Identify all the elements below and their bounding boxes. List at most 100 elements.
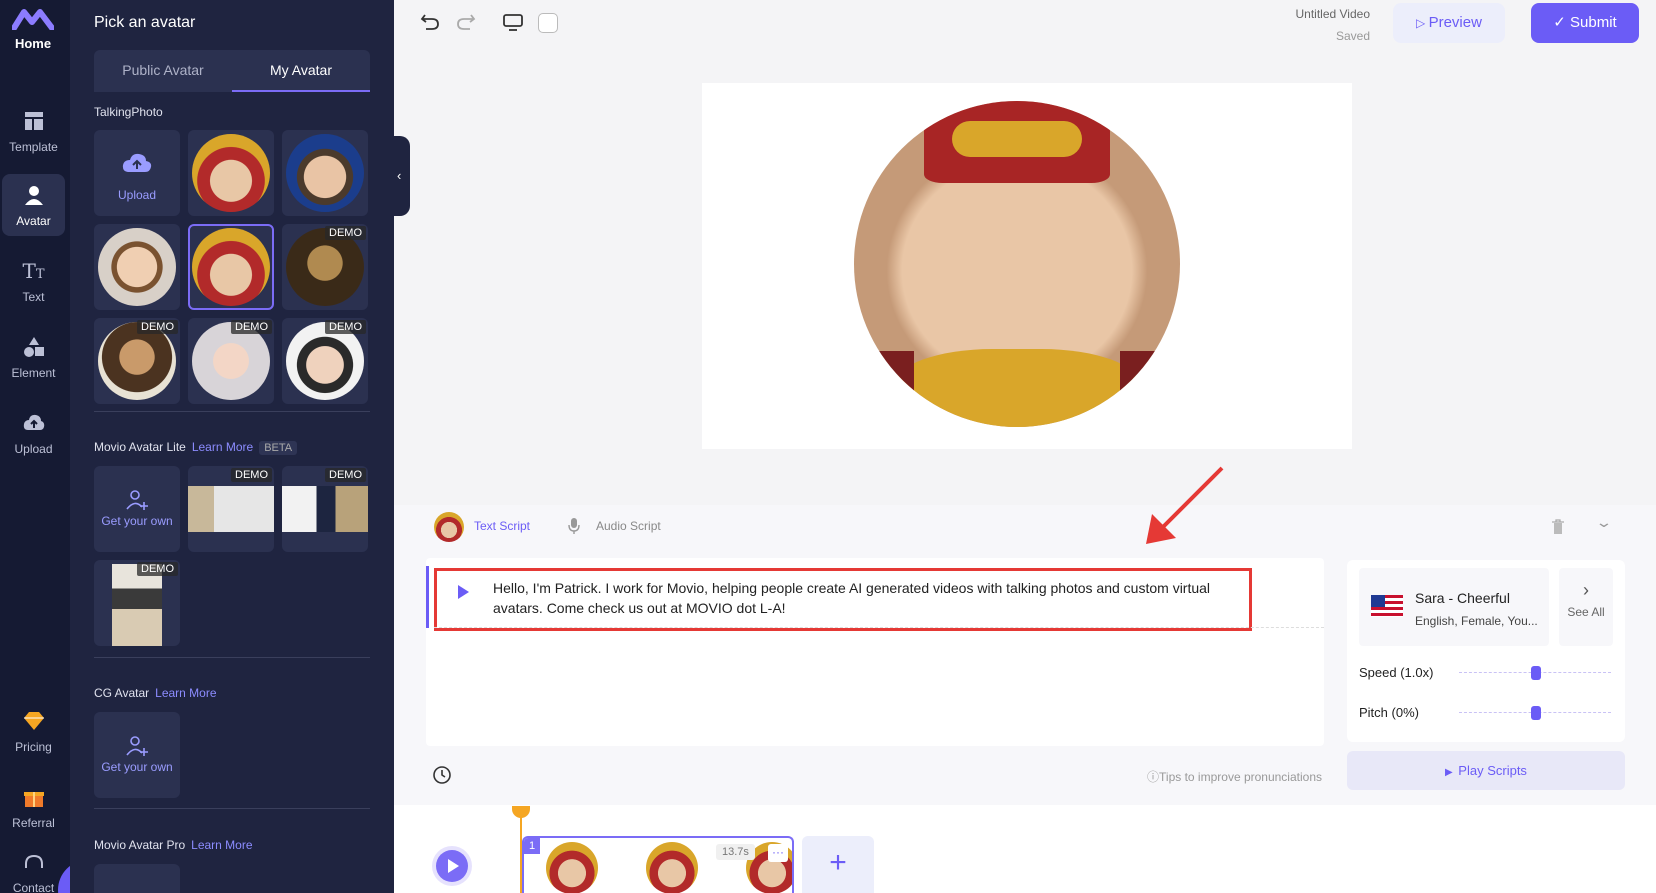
tips-link[interactable]: ⓘTips to improve pronunciations — [1100, 768, 1322, 785]
pro-learn-more-link[interactable]: Learn More — [191, 838, 252, 852]
pitch-slider-handle[interactable] — [1531, 706, 1541, 720]
tips-label: Tips to improve pronunciations — [1159, 770, 1322, 784]
timeline-play-button[interactable] — [436, 850, 468, 882]
nav-referral-label: Referral — [12, 816, 55, 830]
chevron-down-icon[interactable]: ⌄ — [1595, 514, 1613, 531]
nav-pricing[interactable]: Pricing — [2, 700, 65, 762]
video-title[interactable]: Untitled Video — [1230, 7, 1371, 21]
voice-description: English, Female, You... — [1415, 614, 1538, 628]
play-scripts-button[interactable]: ▶ Play Scripts — [1347, 751, 1625, 790]
clip-more-button[interactable]: ··· — [768, 844, 788, 862]
plus-icon: + — [829, 846, 847, 879]
cg-title-text: CG Avatar — [94, 686, 150, 700]
trash-icon[interactable] — [1551, 519, 1565, 535]
video-canvas[interactable] — [702, 83, 1352, 449]
clip-duration: 13.7s — [716, 844, 755, 860]
undo-button[interactable] — [420, 12, 440, 38]
lite-get-own-card[interactable]: Get your own — [94, 466, 180, 552]
avatar-card[interactable] — [188, 130, 274, 216]
play-icon — [448, 859, 459, 873]
voice-selector[interactable]: Sara - Cheerful English, Female, You... — [1359, 568, 1549, 646]
aspect-ratio-button[interactable] — [502, 12, 524, 38]
preview-button[interactable]: ▷ Preview — [1393, 3, 1505, 43]
pitch-slider[interactable] — [1459, 706, 1611, 720]
demo-badge: DEMO — [325, 468, 366, 482]
microphone-icon — [568, 518, 580, 534]
avatar-tabs: Public Avatar My Avatar — [94, 50, 370, 92]
nav-contact[interactable]: Contact — [2, 850, 65, 893]
tab-audio-script[interactable]: Audio Script — [596, 519, 661, 533]
lite-avatar-card[interactable]: DEMO — [94, 560, 180, 646]
see-all-label: See All — [1567, 605, 1605, 619]
avatar-thumbnail — [98, 228, 176, 306]
monitor-icon — [503, 14, 523, 31]
scene-number-badge: 1 — [524, 838, 540, 854]
avatar-card-selected[interactable] — [188, 224, 274, 310]
cg-title: CG Avatar Learn More — [94, 686, 217, 700]
collapse-panel-button[interactable]: ‹ — [394, 136, 410, 216]
tab-text-script[interactable]: Text Script — [474, 519, 530, 533]
nav-element[interactable]: Element — [2, 326, 65, 388]
voice-card: Sara - Cheerful English, Female, You... … — [1347, 560, 1625, 742]
lite-title: Movio Avatar Lite Learn More BETA — [94, 440, 298, 455]
lite-avatar-card[interactable]: DEMO — [188, 466, 274, 552]
add-scene-button[interactable]: + — [802, 836, 874, 893]
get-own-label: Get your own — [101, 760, 173, 774]
avatar-card[interactable]: DEMO — [282, 224, 368, 310]
speed-slider-handle[interactable] — [1531, 666, 1541, 680]
play-outline-icon: ▷ — [1416, 16, 1429, 30]
avatar-card[interactable]: DEMO — [188, 318, 274, 404]
script-active-bar — [426, 566, 429, 628]
cg-learn-more-link[interactable]: Learn More — [155, 686, 216, 700]
upload-label: Upload — [117, 188, 157, 202]
play-icon: ▶ — [1445, 767, 1459, 778]
upload-card[interactable]: Upload — [94, 130, 180, 216]
avatar-card[interactable] — [94, 224, 180, 310]
see-all-button[interactable]: › See All — [1559, 568, 1613, 646]
template-icon — [24, 112, 43, 130]
nav-text-label: Text — [22, 290, 45, 304]
history-clock-icon[interactable] — [432, 765, 452, 785]
avatar-icon — [24, 186, 43, 205]
lite-avatar-card[interactable]: DEMO — [282, 466, 368, 552]
pro-get-own-card[interactable] — [94, 864, 180, 893]
chevron-left-icon: ‹ — [397, 168, 402, 183]
avatar-card[interactable]: DEMO — [282, 318, 368, 404]
submit-label: Submit — [1570, 14, 1617, 31]
lite-avatar-thumbnail — [188, 486, 274, 532]
avatar-thumbnail — [192, 134, 270, 212]
avatar-card[interactable] — [282, 130, 368, 216]
upload-cloud-icon — [122, 153, 152, 172]
script-text-input[interactable]: Hello, I'm Patrick. I work for Movio, he… — [434, 568, 1252, 631]
demo-badge: DEMO — [325, 226, 366, 240]
speed-slider[interactable] — [1459, 666, 1611, 680]
submit-button[interactable]: ✓ Submit — [1531, 3, 1639, 43]
avatar-panel: Pick an avatar Public Avatar My Avatar T… — [70, 0, 394, 893]
avatar-card[interactable]: DEMO — [94, 318, 180, 404]
script-divider — [434, 627, 1324, 628]
nav-avatar-label: Avatar — [16, 214, 51, 228]
nav-text[interactable]: TT Text — [2, 250, 65, 312]
nav-template-label: Template — [9, 140, 58, 154]
nav-referral[interactable]: Referral — [2, 776, 65, 838]
upload-cloud-icon — [23, 414, 44, 430]
nav-upload[interactable]: Upload — [2, 402, 65, 464]
lite-learn-more-link[interactable]: Learn More — [192, 440, 253, 454]
home-button[interactable]: Home — [0, 6, 66, 56]
cg-get-own-card[interactable]: Get your own — [94, 712, 180, 798]
demo-badge: DEMO — [231, 468, 272, 482]
nav-avatar[interactable]: Avatar — [2, 174, 65, 236]
talkingphoto-title: TalkingPhoto — [94, 105, 163, 119]
background-color-button[interactable] — [538, 13, 558, 33]
redo-button[interactable] — [456, 12, 476, 38]
scene-clip[interactable]: 1 13.7s ··· — [522, 836, 794, 893]
nav-template[interactable]: Template — [2, 100, 65, 162]
nav-contact-label: Contact — [12, 881, 55, 893]
nav-upload-label: Upload — [14, 442, 53, 456]
tab-public-avatar[interactable]: Public Avatar — [94, 50, 232, 92]
add-user-icon — [126, 736, 148, 756]
pro-title: Movio Avatar Pro Learn More — [94, 838, 253, 852]
tab-my-avatar[interactable]: My Avatar — [232, 50, 370, 92]
divider — [94, 657, 370, 658]
undo-icon — [420, 14, 439, 30]
